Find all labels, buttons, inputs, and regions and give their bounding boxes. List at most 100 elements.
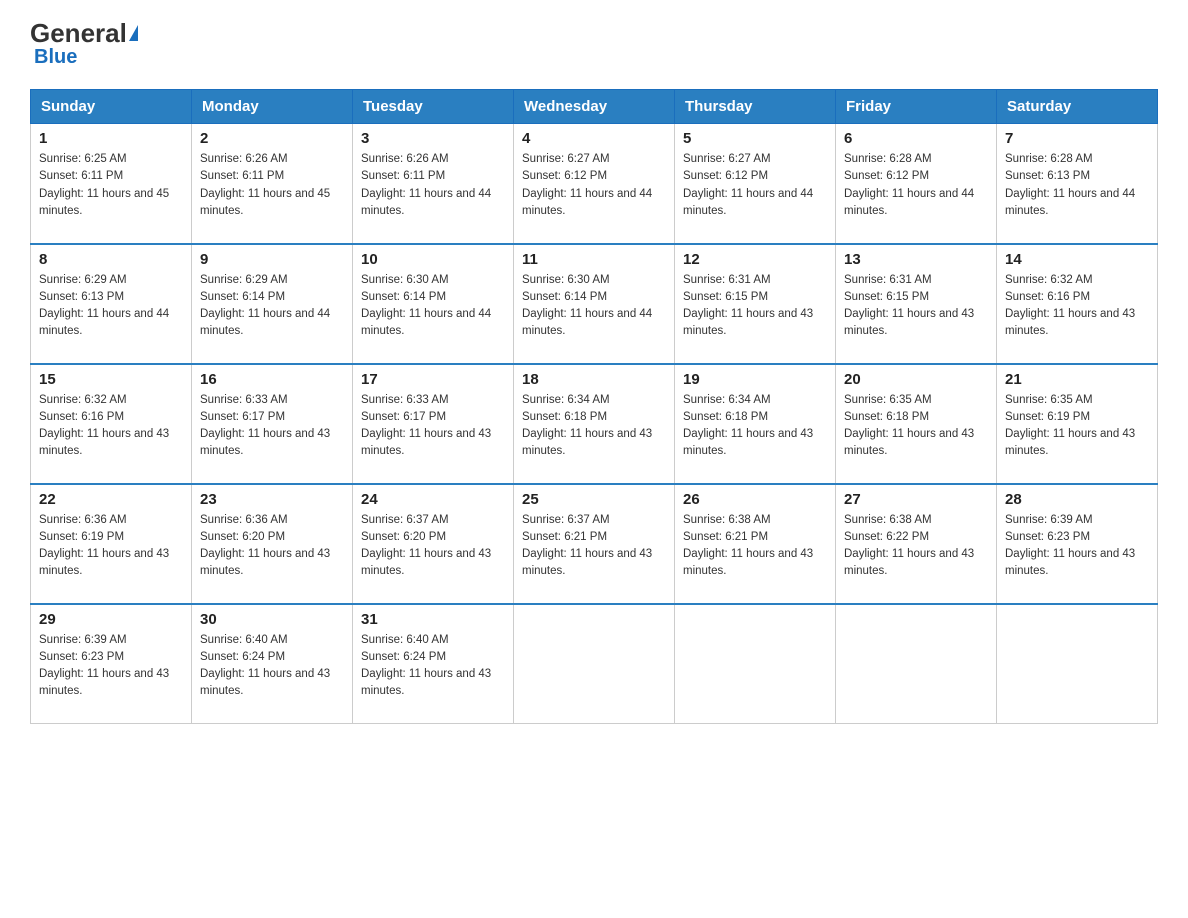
day-cell: 2Sunrise: 6:26 AMSunset: 6:11 PMDaylight… [192, 124, 353, 244]
header-monday: Monday [192, 90, 353, 124]
day-info: Sunrise: 6:30 AMSunset: 6:14 PMDaylight:… [361, 272, 505, 341]
calendar-header-row: SundayMondayTuesdayWednesdayThursdayFrid… [31, 90, 1158, 124]
day-number: 19 [683, 371, 827, 388]
day-info: Sunrise: 6:36 AMSunset: 6:19 PMDaylight:… [39, 512, 183, 581]
day-number: 6 [844, 130, 988, 147]
day-info: Sunrise: 6:27 AMSunset: 6:12 PMDaylight:… [522, 151, 666, 220]
day-number: 21 [1005, 371, 1149, 388]
week-row-4: 22 Sunrise: 6:36 AMSunset: 6:19 PMDayligh… [31, 484, 1158, 604]
day-number: 9 [200, 251, 344, 268]
day-info: Sunrise: 6:38 AMSunset: 6:22 PMDaylight:… [844, 512, 988, 581]
day-info: Sunrise: 6:40 AMSunset: 6:24 PMDaylight:… [200, 632, 344, 701]
day-info: Sunrise: 6:32 AMSunset: 6:16 PMDaylight:… [1005, 272, 1149, 341]
header-sunday: Sunday [31, 90, 192, 124]
day-cell [997, 604, 1158, 724]
day-number: 27 [844, 491, 988, 508]
day-cell: 16Sunrise: 6:33 AMSunset: 6:17 PMDayligh… [192, 364, 353, 484]
day-number: 14 [1005, 251, 1149, 268]
day-cell: 5 Sunrise: 6:27 AMSunset: 6:12 PMDaylight… [675, 124, 836, 244]
header-friday: Friday [836, 90, 997, 124]
day-number: 31 [361, 611, 505, 628]
day-cell: 9 Sunrise: 6:29 AMSunset: 6:14 PMDaylight… [192, 244, 353, 364]
logo-triangle-icon [129, 25, 138, 41]
day-number: 3 [361, 130, 505, 147]
day-info: Sunrise: 6:30 AMSunset: 6:14 PMDaylight:… [522, 272, 666, 341]
day-info: Sunrise: 6:26 AMSunset: 6:11 PMDaylight:… [200, 151, 344, 220]
day-number: 7 [1005, 130, 1149, 147]
day-info: Sunrise: 6:34 AMSunset: 6:18 PMDaylight:… [522, 392, 666, 461]
day-number: 1 [39, 130, 183, 147]
day-cell [675, 604, 836, 724]
day-cell: 27 Sunrise: 6:38 AMSunset: 6:22 PMDayligh… [836, 484, 997, 604]
day-info: Sunrise: 6:32 AMSunset: 6:16 PMDaylight:… [39, 392, 183, 461]
header-tuesday: Tuesday [353, 90, 514, 124]
day-number: 5 [683, 130, 827, 147]
day-info: Sunrise: 6:28 AMSunset: 6:12 PMDaylight:… [844, 151, 988, 220]
week-row-1: 1 Sunrise: 6:25 AMSunset: 6:11 PMDaylight… [31, 124, 1158, 244]
day-number: 18 [522, 371, 666, 388]
day-info: Sunrise: 6:25 AMSunset: 6:11 PMDaylight:… [39, 151, 183, 220]
day-cell: 12 Sunrise: 6:31 AMSunset: 6:15 PMDayligh… [675, 244, 836, 364]
day-info: Sunrise: 6:39 AMSunset: 6:23 PMDaylight:… [1005, 512, 1149, 581]
day-cell [514, 604, 675, 724]
header-thursday: Thursday [675, 90, 836, 124]
day-cell: 14 Sunrise: 6:32 AMSunset: 6:16 PMDayligh… [997, 244, 1158, 364]
day-number: 25 [522, 491, 666, 508]
header-saturday: Saturday [997, 90, 1158, 124]
day-info: Sunrise: 6:29 AMSunset: 6:14 PMDaylight:… [200, 272, 344, 341]
logo-general-text: General [30, 20, 127, 46]
day-cell: 15 Sunrise: 6:32 AMSunset: 6:16 PMDayligh… [31, 364, 192, 484]
day-info: Sunrise: 6:37 AMSunset: 6:21 PMDaylight:… [522, 512, 666, 581]
day-info: Sunrise: 6:39 AMSunset: 6:23 PMDaylight:… [39, 632, 183, 701]
day-number: 15 [39, 371, 183, 388]
day-cell: 30 Sunrise: 6:40 AMSunset: 6:24 PMDayligh… [192, 604, 353, 724]
day-cell: 8Sunrise: 6:29 AMSunset: 6:13 PMDaylight… [31, 244, 192, 364]
day-cell: 7 Sunrise: 6:28 AMSunset: 6:13 PMDaylight… [997, 124, 1158, 244]
day-number: 12 [683, 251, 827, 268]
day-cell: 4 Sunrise: 6:27 AMSunset: 6:12 PMDaylight… [514, 124, 675, 244]
day-info: Sunrise: 6:33 AMSunset: 6:17 PMDaylight:… [200, 392, 344, 461]
day-cell: 18 Sunrise: 6:34 AMSunset: 6:18 PMDayligh… [514, 364, 675, 484]
day-info: Sunrise: 6:27 AMSunset: 6:12 PMDaylight:… [683, 151, 827, 220]
day-cell: 19Sunrise: 6:34 AMSunset: 6:18 PMDayligh… [675, 364, 836, 484]
day-number: 17 [361, 371, 505, 388]
day-info: Sunrise: 6:26 AMSunset: 6:11 PMDaylight:… [361, 151, 505, 220]
day-cell: 26 Sunrise: 6:38 AMSunset: 6:21 PMDayligh… [675, 484, 836, 604]
day-number: 10 [361, 251, 505, 268]
day-cell: 29 Sunrise: 6:39 AMSunset: 6:23 PMDayligh… [31, 604, 192, 724]
day-info: Sunrise: 6:35 AMSunset: 6:19 PMDaylight:… [1005, 392, 1149, 461]
day-cell: 28 Sunrise: 6:39 AMSunset: 6:23 PMDayligh… [997, 484, 1158, 604]
day-number: 22 [39, 491, 183, 508]
calendar-table: SundayMondayTuesdayWednesdayThursdayFrid… [30, 89, 1158, 724]
day-cell: 1 Sunrise: 6:25 AMSunset: 6:11 PMDaylight… [31, 124, 192, 244]
day-info: Sunrise: 6:37 AMSunset: 6:20 PMDaylight:… [361, 512, 505, 581]
day-number: 23 [200, 491, 344, 508]
day-number: 28 [1005, 491, 1149, 508]
day-info: Sunrise: 6:28 AMSunset: 6:13 PMDaylight:… [1005, 151, 1149, 220]
day-cell: 20Sunrise: 6:35 AMSunset: 6:18 PMDayligh… [836, 364, 997, 484]
day-cell: 3 Sunrise: 6:26 AMSunset: 6:11 PMDaylight… [353, 124, 514, 244]
day-info: Sunrise: 6:31 AMSunset: 6:15 PMDaylight:… [683, 272, 827, 341]
day-cell: 10 Sunrise: 6:30 AMSunset: 6:14 PMDayligh… [353, 244, 514, 364]
day-info: Sunrise: 6:38 AMSunset: 6:21 PMDaylight:… [683, 512, 827, 581]
day-number: 30 [200, 611, 344, 628]
week-row-5: 29 Sunrise: 6:39 AMSunset: 6:23 PMDayligh… [31, 604, 1158, 724]
day-cell: 13Sunrise: 6:31 AMSunset: 6:15 PMDayligh… [836, 244, 997, 364]
day-cell: 17Sunrise: 6:33 AMSunset: 6:17 PMDayligh… [353, 364, 514, 484]
logo-blue-text: Blue [34, 46, 77, 69]
day-number: 29 [39, 611, 183, 628]
day-info: Sunrise: 6:40 AMSunset: 6:24 PMDaylight:… [361, 632, 505, 701]
day-number: 26 [683, 491, 827, 508]
day-cell: 6 Sunrise: 6:28 AMSunset: 6:12 PMDaylight… [836, 124, 997, 244]
day-info: Sunrise: 6:29 AMSunset: 6:13 PMDaylight:… [39, 272, 183, 341]
page-header: General Blue [30, 20, 1158, 69]
day-cell: 22 Sunrise: 6:36 AMSunset: 6:19 PMDayligh… [31, 484, 192, 604]
day-cell: 11Sunrise: 6:30 AMSunset: 6:14 PMDayligh… [514, 244, 675, 364]
day-info: Sunrise: 6:36 AMSunset: 6:20 PMDaylight:… [200, 512, 344, 581]
header-wednesday: Wednesday [514, 90, 675, 124]
day-cell: 23 Sunrise: 6:36 AMSunset: 6:20 PMDayligh… [192, 484, 353, 604]
week-row-2: 8Sunrise: 6:29 AMSunset: 6:13 PMDaylight… [31, 244, 1158, 364]
day-number: 20 [844, 371, 988, 388]
day-cell: 24Sunrise: 6:37 AMSunset: 6:20 PMDayligh… [353, 484, 514, 604]
day-number: 4 [522, 130, 666, 147]
